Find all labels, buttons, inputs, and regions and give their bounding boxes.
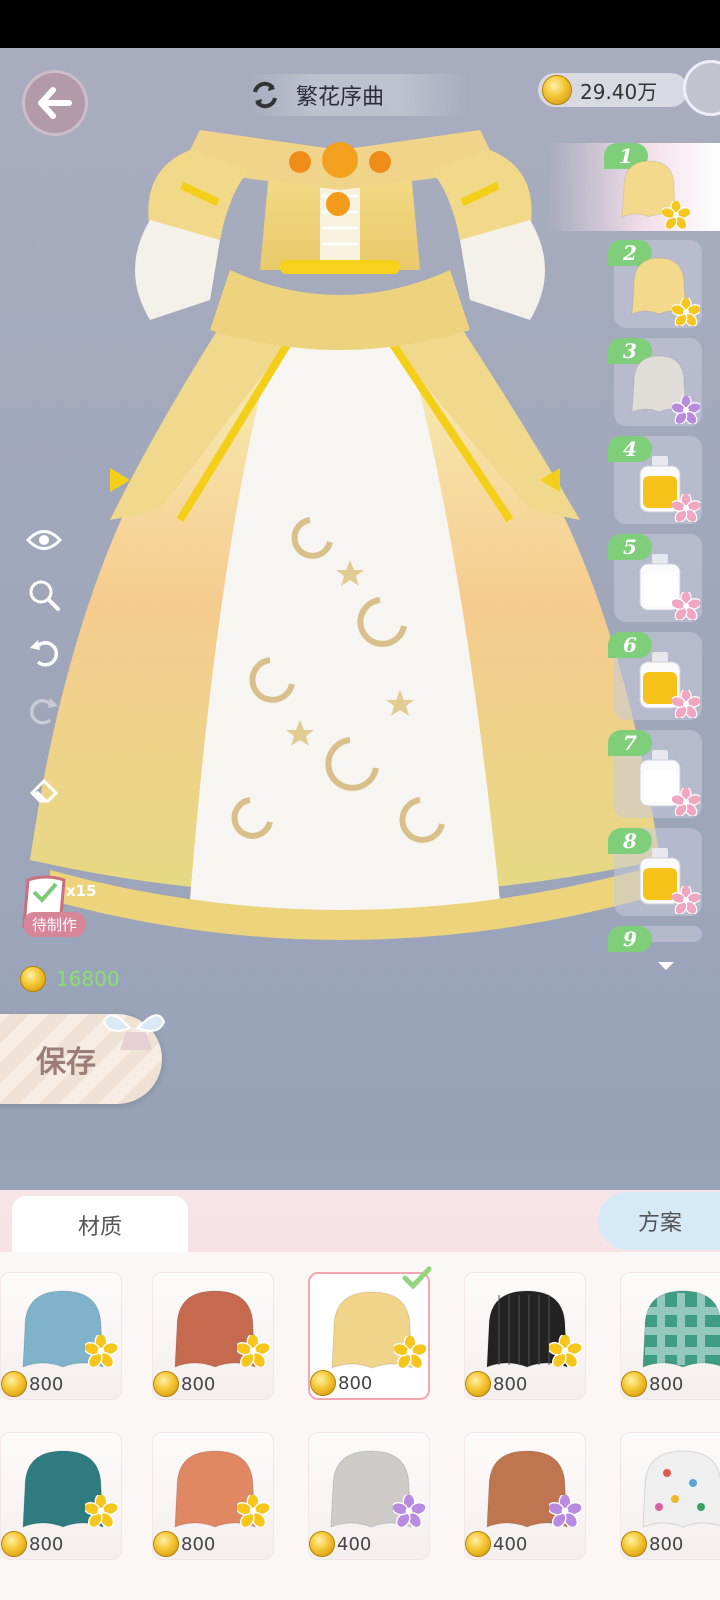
scroll-down-indicator[interactable] xyxy=(658,962,674,970)
save-label: 保存 xyxy=(36,1045,96,1080)
coin-icon xyxy=(1,1531,27,1557)
material-item[interactable]: 800 xyxy=(464,1272,586,1400)
price-text: 800 xyxy=(649,1533,684,1555)
flower-icon xyxy=(235,1333,271,1369)
price-text: 800 xyxy=(181,1373,216,1395)
flower-icon xyxy=(83,1333,119,1369)
flower-icon xyxy=(392,1334,428,1370)
flower-icon xyxy=(235,1493,271,1529)
variant-item[interactable]: 7 xyxy=(608,730,702,818)
cost-amount: 16800 xyxy=(56,967,120,991)
variant-item[interactable]: 3 xyxy=(608,338,702,426)
material-price: 800 xyxy=(153,1531,215,1557)
material-price: 800 xyxy=(153,1371,215,1397)
redo-button[interactable] xyxy=(24,690,64,730)
variant-item[interactable]: 8 xyxy=(608,828,702,916)
redo-icon xyxy=(29,698,58,725)
status-bar xyxy=(0,0,720,48)
flower-icon xyxy=(83,1493,119,1529)
flower-icon xyxy=(547,1493,583,1529)
material-item[interactable]: 800 xyxy=(308,1266,432,1400)
fabric-swatch-icon xyxy=(642,1290,720,1368)
zoom-button[interactable] xyxy=(24,575,64,615)
coin-icon xyxy=(621,1531,647,1557)
flower-icon xyxy=(670,688,702,719)
material-price: 400 xyxy=(465,1531,527,1557)
flower-icon xyxy=(391,1493,427,1529)
variant-item[interactable]: 5 xyxy=(608,534,702,622)
price-text: 800 xyxy=(493,1373,528,1395)
variant-item[interactable]: 4 xyxy=(608,436,702,524)
coin-icon xyxy=(153,1371,179,1397)
flower-icon xyxy=(670,590,702,621)
variant-item[interactable]: 2 xyxy=(608,240,702,328)
checkmark-icon xyxy=(402,1266,432,1290)
coin-icon xyxy=(465,1371,491,1397)
material-price: 800 xyxy=(1,1371,63,1397)
material-item[interactable]: 400 xyxy=(308,1432,430,1560)
craft-count: x15 xyxy=(66,882,97,900)
coin-icon xyxy=(1,1371,27,1397)
material-item[interactable]: 800 xyxy=(0,1432,122,1560)
flower-icon xyxy=(670,786,702,817)
price-text: 800 xyxy=(29,1373,64,1395)
coin-icon xyxy=(309,1531,335,1557)
tab-scheme[interactable]: 方案 xyxy=(598,1192,720,1250)
eye-icon xyxy=(26,530,62,550)
material-price: 400 xyxy=(309,1531,371,1557)
material-price: 800 xyxy=(621,1531,683,1557)
undo-button[interactable] xyxy=(24,632,64,672)
eraser-button[interactable] xyxy=(24,770,64,810)
variant-item[interactable]: 1 xyxy=(548,143,720,231)
price-text: 800 xyxy=(29,1533,64,1555)
fabric-swatch-icon xyxy=(642,1450,720,1528)
material-item[interactable]: 800 xyxy=(152,1432,274,1560)
tab-material[interactable]: 材质 xyxy=(12,1196,188,1254)
material-item[interactable]: 800 xyxy=(0,1272,122,1400)
material-item[interactable]: 800 xyxy=(620,1272,720,1400)
price-text: 800 xyxy=(649,1373,684,1395)
material-item[interactable]: 800 xyxy=(152,1272,274,1400)
bow-decoration-icon xyxy=(102,1014,166,1050)
material-price: 800 xyxy=(1,1531,63,1557)
coin-icon xyxy=(310,1370,336,1396)
material-item[interactable]: 400 xyxy=(464,1432,586,1560)
coin-icon xyxy=(621,1371,647,1397)
price-text: 800 xyxy=(338,1372,373,1394)
flower-icon xyxy=(670,296,702,327)
eye-toggle-button[interactable] xyxy=(24,520,64,560)
zoom-icon xyxy=(29,580,60,611)
eraser-icon xyxy=(29,778,59,803)
variant-item[interactable]: 9 xyxy=(608,926,702,952)
cost-display: 16800 xyxy=(20,966,120,992)
flower-icon xyxy=(660,199,692,230)
material-price: 800 xyxy=(310,1370,372,1396)
flower-icon xyxy=(547,1333,583,1369)
material-price: 800 xyxy=(621,1371,683,1397)
flower-icon xyxy=(670,492,702,523)
expand-button[interactable] xyxy=(683,60,720,116)
material-price: 800 xyxy=(465,1371,527,1397)
price-text: 400 xyxy=(493,1533,528,1555)
variant-item[interactable]: 6 xyxy=(608,632,702,720)
price-text: 800 xyxy=(181,1533,216,1555)
flower-icon xyxy=(670,394,702,425)
coin-icon xyxy=(465,1531,491,1557)
price-text: 400 xyxy=(337,1533,372,1555)
craft-pending-label[interactable]: 待制作 xyxy=(24,912,86,937)
coin-icon xyxy=(153,1531,179,1557)
coin-icon xyxy=(20,966,46,992)
undo-icon xyxy=(30,640,59,667)
variant-number: 9 xyxy=(608,926,652,952)
flower-icon xyxy=(670,884,702,915)
material-item[interactable]: 800 xyxy=(620,1432,720,1560)
